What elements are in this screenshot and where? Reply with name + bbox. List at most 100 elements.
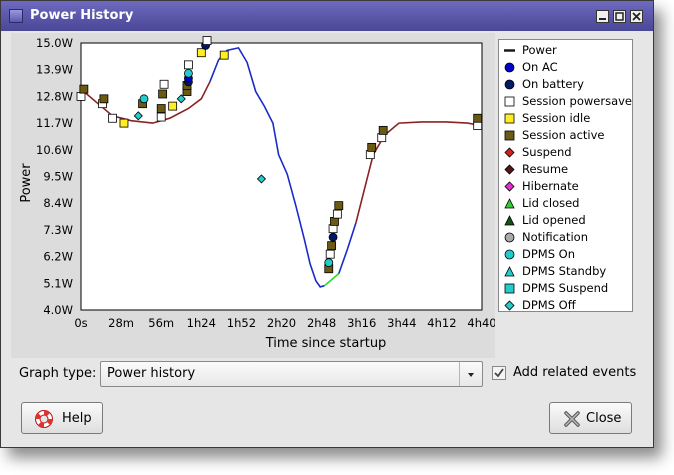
legend-swatch-icon bbox=[504, 48, 515, 52]
plot-area bbox=[80, 42, 483, 311]
event-marker bbox=[473, 121, 483, 130]
event-marker bbox=[156, 104, 166, 113]
y-tick-label: 11.7W bbox=[36, 116, 73, 130]
legend-item: DPMS Standby bbox=[503, 263, 606, 279]
chevron-down-icon[interactable] bbox=[459, 362, 482, 386]
legend-swatch bbox=[504, 130, 515, 140]
legend-swatch bbox=[504, 299, 515, 311]
legend-label: Lid opened bbox=[522, 213, 586, 227]
y-tick-label: 15.0W bbox=[36, 36, 73, 50]
x-tick-label: 4h40 bbox=[467, 316, 495, 330]
event-marker bbox=[377, 133, 387, 143]
legend-swatch-icon bbox=[504, 283, 515, 293]
chart-legend: Power On AC On battery Session powersave Ses… bbox=[498, 39, 633, 312]
help-button[interactable]: Help bbox=[21, 402, 103, 434]
legend-item: Session idle bbox=[503, 110, 590, 126]
legend-label: Resume bbox=[522, 162, 569, 176]
event-marker bbox=[367, 142, 377, 152]
close-window-button[interactable] bbox=[630, 10, 643, 23]
legend-swatch bbox=[504, 249, 515, 259]
event-marker bbox=[324, 258, 334, 268]
legend-label: Session idle bbox=[522, 111, 591, 125]
legend-swatch bbox=[504, 197, 515, 208]
event-marker bbox=[79, 84, 89, 94]
legend-item: Lid opened bbox=[503, 212, 586, 228]
legend-swatch-icon bbox=[504, 113, 515, 123]
legend-item: Suspend bbox=[503, 144, 572, 160]
legend-swatch-icon bbox=[504, 232, 515, 242]
legend-swatch-icon bbox=[504, 249, 515, 259]
y-tick-label: 12.8W bbox=[36, 89, 73, 103]
legend-swatch bbox=[504, 62, 515, 72]
legend-item: Notification bbox=[503, 229, 588, 245]
y-axis-ticks: 4.0W 5.1W 6.2W 7.3W 8.4W 9.5W 10.6W 11.7W 12.8W 1… bbox=[36, 36, 73, 317]
maximize-button[interactable] bbox=[613, 10, 626, 23]
y-tick-label: 13.9W bbox=[36, 63, 73, 77]
event-marker bbox=[328, 224, 338, 234]
close-button[interactable]: Close bbox=[549, 402, 632, 434]
legend-item: Lid closed bbox=[503, 195, 579, 211]
legend-swatch bbox=[504, 265, 515, 276]
legend-item: Resume bbox=[503, 161, 568, 177]
legend-swatch bbox=[504, 180, 515, 192]
lifebuoy-icon bbox=[35, 410, 53, 428]
legend-label: On battery bbox=[522, 77, 584, 91]
event-marker bbox=[158, 89, 168, 99]
window-menu-icon[interactable] bbox=[9, 9, 23, 23]
event-marker bbox=[119, 118, 129, 128]
x-tick-label: 56m bbox=[148, 316, 174, 330]
graph-area: 4.0W 5.1W 6.2W 7.3W 8.4W 9.5W 10.6W 11.7W 12.8W 1… bbox=[11, 33, 497, 358]
title-bar[interactable]: Power History bbox=[1, 1, 653, 31]
x-tick-label: 1h52 bbox=[227, 316, 256, 330]
close-button-label: Close bbox=[586, 411, 622, 426]
y-tick-label: 10.6W bbox=[36, 143, 73, 157]
legend-item: DPMS On bbox=[503, 246, 575, 262]
legend-label: Notification bbox=[522, 230, 588, 244]
legend-label: Lid closed bbox=[522, 196, 580, 210]
graph-type-value: Power history bbox=[107, 366, 196, 381]
event-marker bbox=[325, 249, 335, 259]
event-marker bbox=[139, 94, 149, 104]
legend-swatch-icon bbox=[504, 180, 515, 192]
event-marker bbox=[196, 48, 206, 58]
event-marker bbox=[108, 113, 117, 123]
x-tick-label: 2h48 bbox=[307, 316, 336, 330]
event-marker bbox=[332, 209, 342, 219]
event-marker bbox=[473, 113, 483, 123]
graph-type-label: Graph type: bbox=[19, 366, 97, 381]
y-tick-label: 9.5W bbox=[43, 170, 73, 184]
legend-swatch-icon bbox=[504, 214, 515, 225]
legend-label: DPMS Suspend bbox=[522, 281, 609, 295]
x-tick-label: 28m bbox=[108, 316, 134, 330]
chart-frame bbox=[80, 42, 483, 311]
x-axis-label: Time since startup bbox=[265, 336, 387, 351]
legend-label: DPMS On bbox=[522, 247, 576, 261]
legend-label: Hibernate bbox=[522, 179, 579, 193]
minimize-button[interactable] bbox=[596, 10, 609, 23]
event-marker bbox=[76, 92, 86, 101]
legend-swatch bbox=[504, 283, 515, 293]
event-marker bbox=[168, 101, 178, 111]
legend-item: Session active bbox=[503, 127, 605, 143]
x-tick-label: 3h44 bbox=[387, 316, 416, 330]
add-related-events-checkbox[interactable] bbox=[492, 366, 506, 380]
legend-label: Session active bbox=[522, 128, 605, 142]
event-marker bbox=[184, 68, 193, 78]
graph-type-select[interactable]: Power history bbox=[100, 361, 483, 387]
add-related-events-label[interactable]: Add related events bbox=[513, 365, 636, 380]
legend-item: On battery bbox=[503, 76, 584, 92]
legend-swatch bbox=[504, 232, 515, 242]
legend-item: Hibernate bbox=[503, 178, 579, 194]
event-marker bbox=[219, 50, 229, 60]
event-marker bbox=[159, 79, 169, 89]
event-marker bbox=[327, 241, 337, 251]
legend-swatch bbox=[504, 146, 515, 158]
legend-swatch bbox=[504, 163, 515, 175]
legend-label: DPMS Standby bbox=[522, 264, 607, 278]
legend-swatch-icon bbox=[504, 130, 515, 140]
window-title: Power History bbox=[30, 8, 134, 23]
x-tick-label: 0s bbox=[74, 316, 87, 330]
legend-label: On AC bbox=[522, 60, 558, 74]
event-marker bbox=[334, 201, 344, 211]
x-tick-label: 2h20 bbox=[267, 316, 296, 330]
